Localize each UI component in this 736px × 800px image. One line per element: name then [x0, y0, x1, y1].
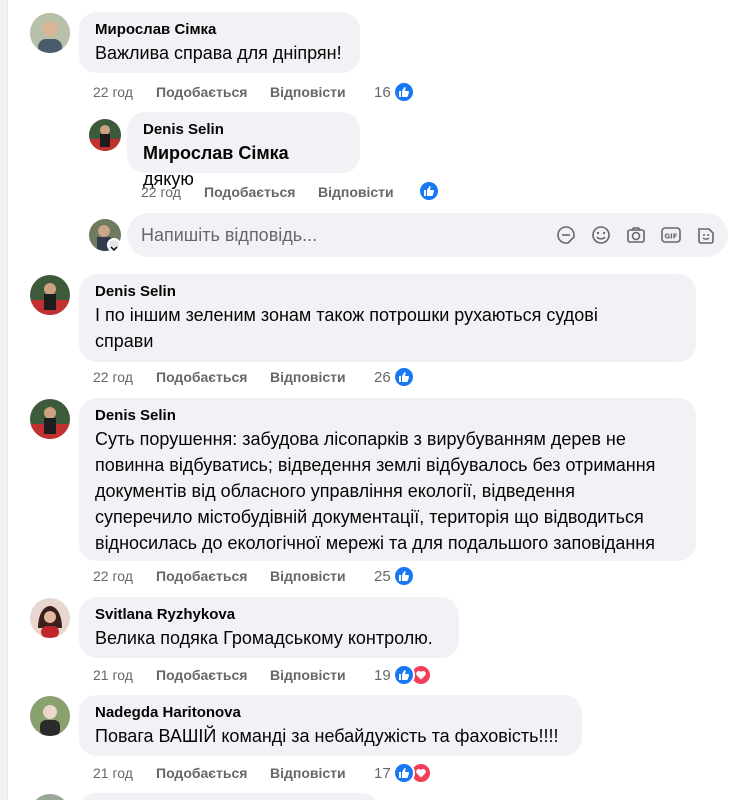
avatar[interactable] — [30, 598, 70, 638]
reply-action[interactable]: Відповісти — [270, 367, 346, 387]
reaction-count: 25 — [374, 567, 391, 585]
camera-icon[interactable] — [625, 224, 647, 246]
comment-bubble: Мирослав Сімка Важлива справа для дніпря… — [79, 12, 360, 73]
comment-text: Велика подяка Громадському контролю. — [95, 628, 433, 648]
comment-text-line: повинна відбуватись; відведення землі ві… — [95, 455, 656, 475]
comment-bubble: Denis Selin Мирослав Сімка дякую — [127, 112, 360, 189]
reaction-summary[interactable]: 26 — [374, 366, 415, 388]
like-icon — [392, 81, 415, 103]
like-action[interactable]: Подобається — [156, 566, 247, 586]
emoji-icon[interactable] — [590, 224, 612, 246]
comment-text: Важлива справа для дніпрян! — [95, 43, 342, 63]
comment-text-line: справи — [95, 331, 154, 351]
like-action[interactable]: Подобається — [204, 182, 295, 202]
comment-time[interactable]: 21 год — [93, 763, 133, 783]
like-icon — [418, 180, 440, 202]
like-action[interactable]: Подобається — [156, 82, 247, 102]
comment-text-line: Суть порушення: забудова лісопарків з ви… — [95, 429, 626, 449]
reply-action[interactable]: Відповісти — [270, 82, 346, 102]
reaction-summary[interactable]: 19 — [374, 664, 432, 686]
comment-bubble: Denis Selin Суть порушення: забудова ліс… — [79, 398, 696, 561]
comment-text-line: суперечило містобудівній документації, т… — [95, 507, 644, 527]
comment-time[interactable]: 22 год — [141, 182, 181, 202]
like-icon — [392, 762, 415, 784]
comment-author[interactable]: Мирослав Сімка — [95, 20, 344, 40]
avatar[interactable] — [30, 275, 70, 315]
comment-author[interactable]: Denis Selin — [143, 120, 344, 140]
reaction-summary[interactable] — [418, 180, 440, 202]
like-action[interactable]: Подобається — [156, 367, 247, 387]
gif-icon[interactable]: GIF — [660, 224, 682, 246]
chevron-down-icon[interactable] — [107, 238, 121, 252]
avatar-sticker-icon[interactable] — [695, 224, 717, 246]
avatar[interactable] — [30, 399, 70, 439]
like-action[interactable]: Подобається — [156, 665, 247, 685]
like-icon — [392, 366, 415, 388]
mention-link[interactable]: Мирослав Сімка — [143, 143, 289, 163]
comment-bubble — [79, 793, 379, 800]
comment-time[interactable]: 22 год — [93, 367, 133, 387]
reaction-summary[interactable]: 16 — [374, 81, 415, 103]
reply-input[interactable]: Напишіть відповідь... — [141, 225, 317, 246]
sticker-icon[interactable] — [555, 224, 577, 246]
svg-text:GIF: GIF — [664, 233, 677, 241]
reaction-count: 17 — [374, 764, 391, 782]
avatar[interactable] — [30, 696, 70, 736]
comment-meta: 21 год Подобається Відповісти — [93, 763, 393, 783]
comment-time[interactable]: 22 год — [93, 566, 133, 586]
reply-action[interactable]: Відповісти — [270, 763, 346, 783]
reaction-count: 16 — [374, 83, 391, 101]
reaction-count: 26 — [374, 368, 391, 386]
comment-author[interactable]: Svitlana Ryzhykova — [95, 605, 443, 625]
comment-text-line: відносилась до екологічної мережі та для… — [95, 533, 655, 553]
comment-bubble: Nadegda Haritonova Повага ВАШІЙ команді … — [79, 695, 582, 756]
like-icon — [392, 664, 415, 686]
comment-meta: 22 год Подобається Відповісти — [141, 182, 441, 202]
reaction-summary[interactable]: 25 — [374, 565, 415, 587]
comment-bubble: Denis Selin І по іншим зеленим зонам так… — [79, 274, 696, 362]
comment-bubble: Svitlana Ryzhykova Велика подяка Громадс… — [79, 597, 459, 658]
reply-input-box[interactable]: Напишіть відповідь... GIF — [127, 213, 728, 257]
avatar[interactable] — [30, 13, 70, 53]
comment-meta: 22 год Подобається Відповісти — [93, 367, 393, 387]
thread-line — [0, 0, 8, 800]
reply-action[interactable]: Відповісти — [318, 182, 394, 202]
comment-text-line: документів від обласного управління екол… — [95, 481, 575, 501]
comment-time[interactable]: 22 год — [93, 82, 133, 102]
reaction-count: 19 — [374, 666, 391, 684]
comment-meta: 22 год Подобається Відповісти — [93, 82, 393, 102]
comment-author[interactable]: Denis Selin — [95, 406, 680, 426]
reaction-summary[interactable]: 17 — [374, 762, 432, 784]
like-action[interactable]: Подобається — [156, 763, 247, 783]
comment-text-line: І по іншим зеленим зонам також потрошки … — [95, 305, 598, 325]
comment-author[interactable]: Denis Selin — [95, 282, 680, 302]
comment-text: Повага ВАШІЙ команді за небайдужість та … — [95, 726, 559, 746]
comment-time[interactable]: 21 год — [93, 665, 133, 685]
comment-meta: 21 год Подобається Відповісти — [93, 665, 393, 685]
avatar[interactable] — [89, 119, 121, 151]
comment-author[interactable]: Nadegda Haritonova — [95, 703, 566, 723]
reply-action[interactable]: Відповісти — [270, 566, 346, 586]
like-icon — [392, 565, 415, 587]
avatar[interactable] — [30, 794, 70, 800]
reply-action[interactable]: Відповісти — [270, 665, 346, 685]
comment-meta: 22 год Подобається Відповісти — [93, 566, 393, 586]
